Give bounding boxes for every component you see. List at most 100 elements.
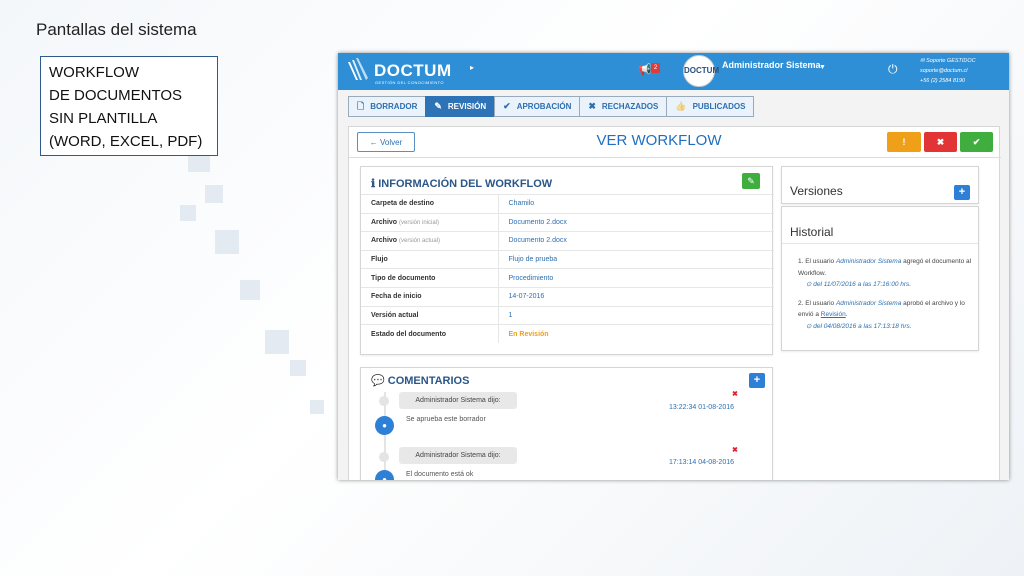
approve-button[interactable]: ✔ [960,132,993,152]
table-row: Versión actual 1 [361,305,774,325]
logo-text: DOCTUM [374,61,452,80]
user-name[interactable]: Administrador Sistema [722,60,821,70]
reject-button[interactable]: ✖ [924,132,957,152]
decor-square [180,205,196,221]
info-value: Flujo de prueba [498,249,774,269]
warning-button[interactable]: ! [887,132,921,152]
sidebar-toggle-icon[interactable]: ▸ [470,63,474,72]
tab-label: PUBLICADOS [692,102,746,111]
doctum-logo[interactable]: DOCTUM GESTIÓN DEL CONOCIMIENTO [348,58,468,86]
key-text: Versión actual [371,311,419,319]
add-comment-button[interactable]: + [749,373,765,388]
timeline-dot [379,396,389,406]
avatar[interactable]: DOCTUM [683,55,719,87]
top-navbar: DOCTUM GESTIÓN DEL CONOCIMIENTO ▸ 📢 2 DO… [338,53,1009,90]
comment-time: 17:13:14 04-08-2016 [669,459,734,466]
support-title: ✉ Soporte GESTIDOC [920,56,976,66]
table-row: Flujo Flujo de prueba [361,249,774,269]
comment-bubble-icon: ● [375,470,394,480]
tab-borrador[interactable]: 🗋 BORRADOR [348,96,427,117]
megaphone-icon[interactable]: 📢 [638,63,652,76]
list-item: 2. El usuario Administrador Sistema apro… [798,298,976,333]
edit-icon: ✎ [434,101,442,111]
tab-publicados[interactable]: 👍 PUBLICADOS [666,96,755,117]
info-value[interactable]: Documento 2.docx [498,212,774,232]
caption-line: (WORD, EXCEL, PDF) [49,133,203,150]
chevron-down-icon[interactable]: ▼ [819,64,826,71]
hist-user: Administrador Sistema [835,299,902,307]
page-title: VER WORKFLOW [596,132,722,149]
file-icon: 🗋 [357,100,365,111]
info-key: Estado del documento [361,324,499,344]
edit-button[interactable]: ✎ [742,173,760,189]
support-info: ✉ Soporte GESTIDOC soporte@doctum.cl +56… [920,56,976,86]
key-note: (versión inicial) [399,219,440,226]
comment-text: Se aprueba este borrador [406,416,486,423]
support-email[interactable]: soporte@doctum.cl [920,66,976,76]
status-value: En Revisión [498,324,774,344]
tab-label: REVISIÓN [447,102,487,111]
info-value: 14-07-2016 [498,286,774,307]
status-tabs: 🗋 BORRADOR ✎ REVISIÓN ✔ APROBACIÓN ✖ REC… [348,96,755,117]
table-row: Archivo (versión actual) Documento 2.doc… [361,231,774,251]
table-row: Tipo de documento Procedimiento [361,268,774,288]
hist-date-text: del 11/07/2016 a las 17:16:00 hrs. [813,281,912,288]
divider [782,243,978,244]
table-row: Archivo (versión inicial) Documento 2.do… [361,212,774,232]
info-key: Carpeta de destino [361,194,499,214]
hist-text: 2. El usuario [798,299,836,307]
hist-text: 1. El usuario [798,258,836,265]
decor-square [290,360,306,376]
key-text: Carpeta de destino [371,200,435,208]
hist-text: . [845,311,848,318]
slide-title: Pantallas del sistema [36,20,197,39]
historial-card: Historial 1. El usuario Administrador Si… [781,206,979,351]
hist-date-text: del 04/08/2016 a las 17:13:18 hrs. [813,322,912,330]
table-row: Estado del documento En Revisión [361,324,774,344]
historial-list: 1. El usuario Administrador Sistema agre… [798,256,976,339]
tab-rechazados[interactable]: ✖ RECHAZADOS [579,96,668,117]
power-icon[interactable]: ⏻ [888,62,898,77]
key-text: Archivo [371,218,398,226]
hist-date: ⊙ del 11/07/2016 a las 17:16:00 hrs. [798,281,911,288]
key-note: (versión actual) [399,238,441,245]
support-title-text: Soporte GESTIDOC [926,58,976,64]
comment-bubble-icon: ● [375,416,394,435]
add-version-button[interactable]: + [954,185,970,200]
comments-title: 💬 COMENTARIOS [371,374,469,387]
key-text: Tipo de documento [371,274,436,282]
tab-label: BORRADOR [370,102,418,111]
tab-label: APROBACIÓN [516,102,572,111]
table-row: Carpeta de destino Chamilo [361,194,774,214]
list-item: 1. El usuario Administrador Sistema agre… [798,256,976,291]
key-text: Estado del documento [371,330,447,338]
decor-square [310,400,324,414]
key-text: Flujo [371,256,388,264]
logo-subtitle: GESTIÓN DEL CONOCIMIENTO [375,80,444,85]
comment-text: El documento está ok [406,471,474,478]
tab-label: RECHAZADOS [601,102,659,111]
hist-user: Administrador Sistema [835,258,902,265]
x-icon: ✖ [588,101,596,111]
info-key: Archivo (versión actual) [361,231,499,251]
delete-comment-icon[interactable]: ✖ [732,446,738,454]
tab-revision[interactable]: ✎ REVISIÓN [425,96,496,117]
divider [349,157,1001,158]
decor-square [240,280,260,300]
info-value: Procedimiento [498,268,774,288]
comment-author: Administrador Sistema dijo: [399,447,517,464]
comments-title-text: COMENTARIOS [387,375,470,387]
timeline-dot [379,452,389,462]
tab-aprobacion[interactable]: ✔ APROBACIÓN [494,96,581,117]
hist-link[interactable]: Revisión [821,311,846,318]
info-value[interactable]: Documento 2.docx [498,231,774,251]
caption-line: WORKFLOW [49,64,139,81]
workflow-info-card: ℹ INFORMACIÓN DEL WORKFLOW ✎ Carpeta de … [360,166,774,355]
hist-date: ⊙ del 04/08/2016 a las 17:13:18 hrs. [798,323,912,330]
info-title-text: INFORMACIÓN DEL WORKFLOW [378,178,553,190]
check-icon: ✔ [503,101,511,111]
delete-comment-icon[interactable]: ✖ [732,390,738,398]
decor-square [265,330,289,354]
versions-title: Versiones [790,184,843,198]
key-text: Fecha de inicio [371,293,422,301]
